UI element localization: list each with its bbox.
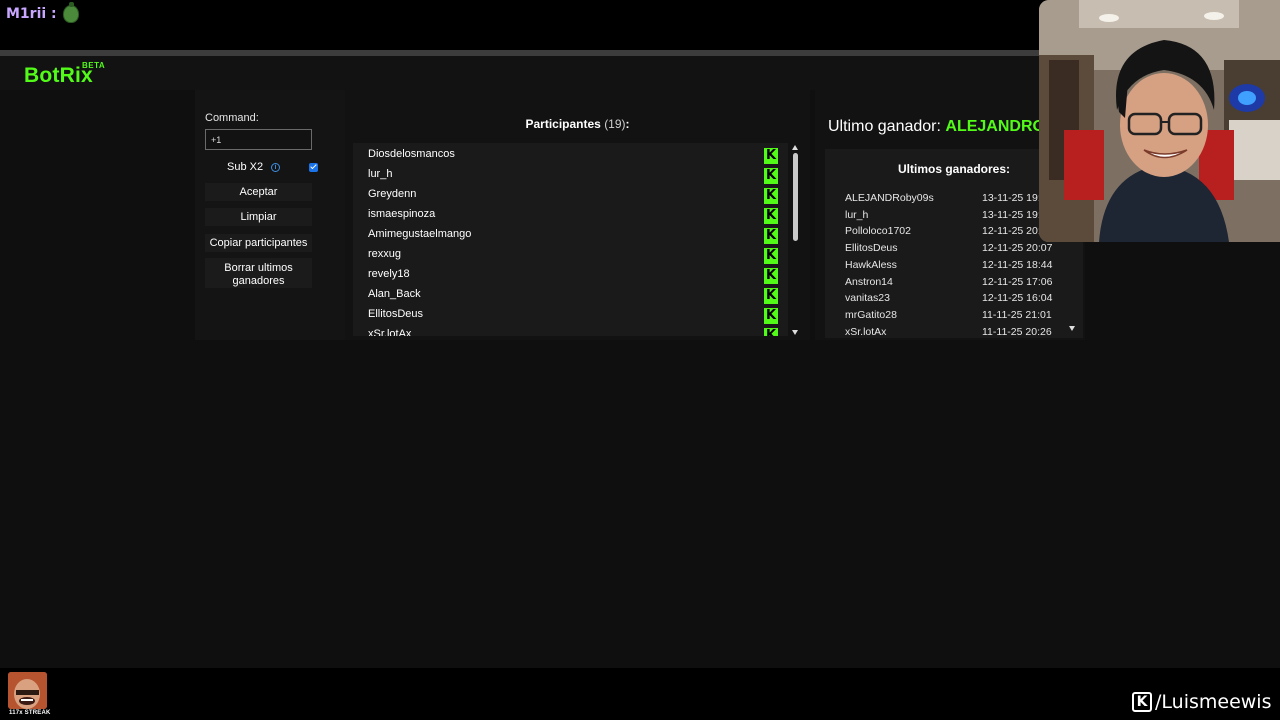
delete-winners-label-line1: Borrar ultimos [224, 261, 293, 274]
accept-button[interactable]: Aceptar [205, 183, 312, 201]
participant-item[interactable]: Alan_Back K [368, 288, 778, 304]
clear-button[interactable]: Limpiar [205, 208, 312, 226]
participant-item[interactable]: Greydenn K [368, 188, 778, 204]
participant-item[interactable]: Diosdelosmancos K [368, 148, 778, 164]
stream-bottom-bar: 117x STREAK K /Luismeewis [0, 668, 1280, 720]
winner-date: 12-11-25 20:07 [982, 242, 1053, 255]
winner-name: vanitas23 [845, 292, 890, 305]
participant-item[interactable]: ismaespinoza K [368, 208, 778, 224]
winner-date: 12-11-25 16:04 [982, 292, 1053, 305]
winner-row: mrGatito28 11-11-25 21:01 [845, 309, 1065, 323]
winner-row: EllitosDeus 12-11-25 20:07 [845, 242, 1065, 256]
sub-x2-label: Sub X2 [227, 161, 264, 173]
kick-platform-icon: K [764, 148, 778, 164]
controls-panel: Command: Sub X2 i Aceptar Limpiar Copiar… [195, 90, 345, 340]
winner-name: xSr.lotAx [845, 325, 887, 338]
winner-row: ALEJANDRoby09s 13-11-25 19: [845, 192, 1065, 206]
kick-platform-icon: K [764, 268, 778, 284]
winner-date: 13-11-25 19: [982, 192, 1041, 204]
participants-list[interactable]: Diosdelosmancos Klur_h K Greydenn Kismaespin… [353, 143, 788, 336]
sub-x2-checkbox[interactable] [309, 163, 318, 172]
last-winner-label: Ultimo ganador: [828, 118, 941, 135]
winners-scroll-down-arrow-icon[interactable] [1069, 326, 1075, 331]
participant-name: Alan_Back [368, 288, 421, 300]
copy-participants-button[interactable]: Copiar participantes [205, 234, 312, 252]
participants-title-colon: : [625, 117, 630, 131]
sub-x2-row: Sub X2 i [205, 161, 320, 175]
participant-name: EllitosDeus [368, 308, 424, 320]
participant-name: xSr.lotAx [368, 328, 412, 336]
delete-winners-button[interactable]: Borrar ultimos ganadores [205, 258, 312, 288]
participants-count: (19) [604, 117, 626, 131]
winner-name: Polloloco1702 [845, 225, 911, 238]
participant-item[interactable]: rexxug K [368, 248, 778, 264]
winner-row: Polloloco1702 12-11-25 20: [845, 225, 1065, 239]
winner-name: mrGatito28 [845, 308, 897, 321]
webcam-image [1039, 0, 1280, 242]
kick-platform-icon: K [764, 188, 778, 204]
chat-message: M1rii : [6, 2, 79, 24]
chat-username: M1rii : [6, 6, 57, 22]
winner-row: Anstron14 12-11-25 17:06 [845, 276, 1065, 290]
participants-scrollbar[interactable] [792, 143, 800, 336]
streak-label: 117x STREAK [9, 710, 51, 716]
participants-title: Participantes (19): [345, 117, 810, 131]
participant-name: rexxug [368, 248, 402, 260]
winner-date: 12-11-25 20: [982, 225, 1041, 238]
last-winner: Ultimo ganador: ALEJANDRO [828, 118, 1045, 136]
winner-row: vanitas23 12-11-25 16:04 [845, 292, 1065, 306]
winner-name: Anstron14 [845, 275, 893, 288]
participant-item[interactable]: EllitosDeus K [368, 308, 778, 324]
winner-name: HawkAless [845, 258, 897, 271]
participant-name: Amimegustaelmango [368, 228, 472, 240]
winner-name: EllitosDeus [845, 242, 898, 255]
participant-name: Diosdelosmancos [368, 148, 455, 160]
winner-row: HawkAless 12-11-25 18:44 [845, 259, 1065, 273]
scroll-thumb[interactable] [793, 153, 798, 241]
kick-platform-icon: K [764, 288, 778, 304]
winner-date: 11-11-25 21:01 [982, 308, 1052, 321]
winner-date: 13-11-25 19: [982, 208, 1041, 221]
delete-winners-label-line2: ganadores [232, 274, 285, 287]
last-winner-name: ALEJANDRO [945, 118, 1045, 135]
participant-name: Greydenn [368, 188, 417, 200]
beta-badge: BETA [82, 61, 106, 70]
participant-item[interactable]: xSr.lotAx K [368, 328, 778, 336]
participant-name: revely18 [368, 268, 410, 280]
participants-title-label: Participantes [525, 117, 601, 131]
winner-row: lur_h 13-11-25 19: [845, 209, 1065, 223]
kick-platform-icon: K [764, 328, 778, 336]
kick-platform-icon: K [764, 168, 778, 184]
participant-name: lur_h [368, 168, 393, 180]
streak-avatar-image [8, 672, 47, 709]
participant-item[interactable]: lur_h K [368, 168, 778, 184]
scroll-up-arrow-icon[interactable] [792, 145, 798, 150]
kick-logo-icon: K [1132, 692, 1152, 712]
participants-panel: Participantes (19): Diosdelosmancos Klur_… [345, 90, 810, 340]
kick-platform-icon: K [764, 228, 778, 244]
winner-name: ALEJANDRoby09s [845, 192, 934, 204]
kick-platform-icon: K [764, 248, 778, 264]
webcam-overlay [1039, 0, 1280, 242]
command-input[interactable] [205, 129, 312, 150]
scroll-down-arrow-icon[interactable] [792, 330, 798, 335]
winner-date: 12-11-25 18:44 [982, 258, 1053, 271]
participant-name: ismaespinoza [368, 208, 436, 220]
winner-date: 12-11-25 17:06 [982, 275, 1053, 288]
info-icon[interactable]: i [271, 163, 280, 172]
command-label: Command: [205, 112, 259, 124]
winner-name: lur_h [845, 208, 869, 221]
pepe-emote-icon [62, 2, 79, 23]
channel-name: /Luismeewis [1155, 691, 1272, 713]
kick-platform-icon: K [764, 208, 778, 224]
winner-row: xSr.lotAx 11-11-25 20:26 [845, 326, 1065, 338]
participant-item[interactable]: Amimegustaelmango K [368, 228, 778, 244]
participant-item[interactable]: revely18 K [368, 268, 778, 284]
kick-platform-icon: K [764, 308, 778, 324]
winner-date: 11-11-25 20:26 [982, 325, 1052, 338]
